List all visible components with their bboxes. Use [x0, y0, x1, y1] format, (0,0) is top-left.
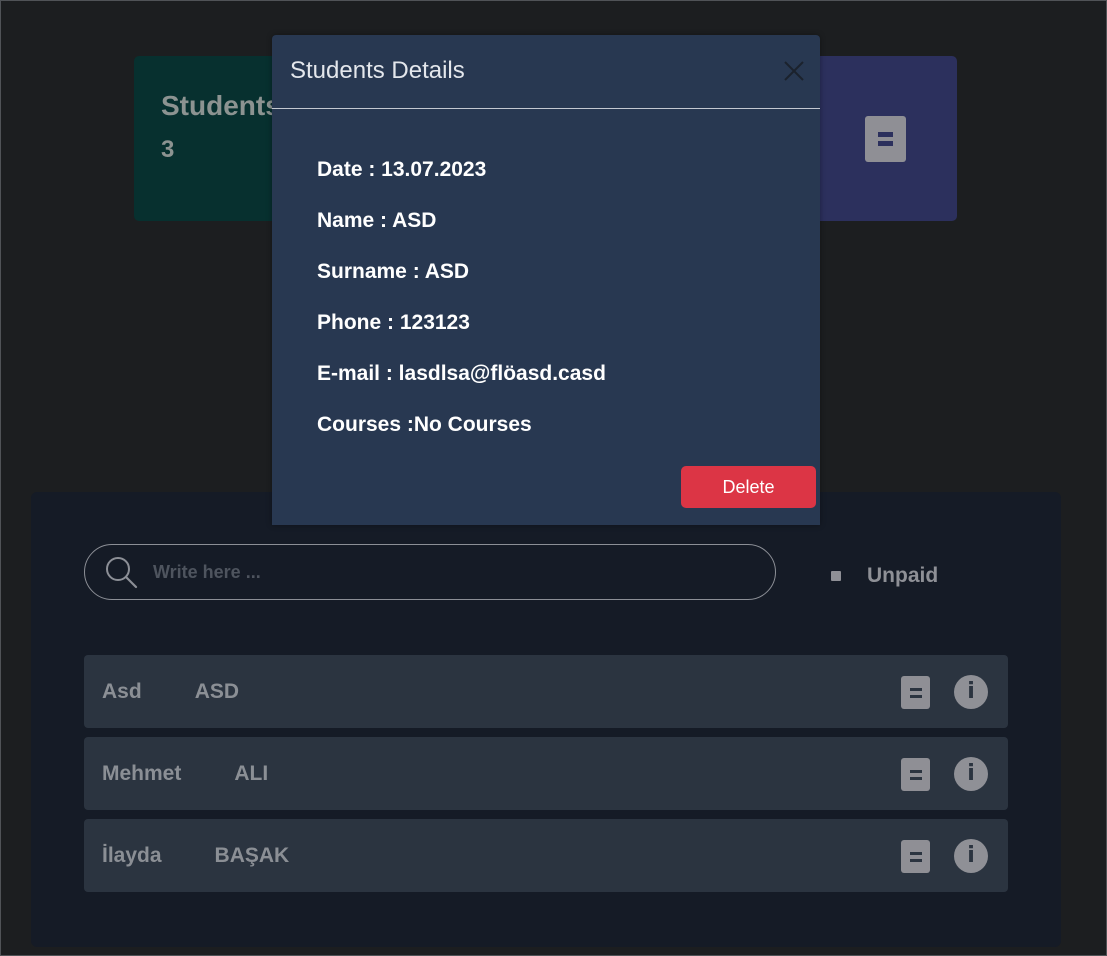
detail-email: E-mail : lasdlsa@flöasd.casd	[317, 362, 606, 385]
students-panel: Unpaid Asd ASD i Mehmet ALI i İlayda	[31, 492, 1061, 947]
search-bar[interactable]	[84, 544, 776, 600]
student-surname: ALI	[234, 761, 269, 785]
modal-title: Students Details	[290, 57, 465, 84]
detail-courses: Courses :No Courses	[317, 413, 532, 436]
delete-button[interactable]: Delete	[681, 466, 816, 508]
app-window: Students 3 Unpaid Asd ASD	[0, 0, 1107, 956]
document-icon[interactable]	[901, 840, 930, 873]
search-icon	[106, 557, 138, 589]
info-icon[interactable]: i	[954, 839, 988, 873]
student-surname: BAŞAK	[214, 843, 290, 867]
modal-header: Students Details	[272, 35, 820, 109]
student-name: Asd	[102, 679, 142, 703]
student-name: İlayda	[102, 843, 162, 867]
student-surname: ASD	[194, 679, 240, 703]
close-icon[interactable]	[782, 59, 806, 83]
document-icon[interactable]	[901, 676, 930, 709]
detail-date: Date : 13.07.2023	[317, 158, 487, 181]
unpaid-checkbox[interactable]	[831, 571, 841, 581]
detail-name: Name : ASD	[317, 209, 437, 232]
document-icon[interactable]	[901, 758, 930, 791]
list-item[interactable]: Asd ASD i	[84, 655, 1008, 728]
student-details-modal: Students Details Date : 13.07.2023 Name …	[272, 35, 820, 525]
document-icon	[865, 116, 906, 162]
student-list: Asd ASD i Mehmet ALI i İlayda BAŞAK i	[84, 655, 1008, 901]
modal-body: Date : 13.07.2023 Name : ASD Surname : A…	[272, 109, 820, 463]
detail-phone: Phone : 123123	[317, 311, 470, 334]
detail-surname: Surname : ASD	[317, 260, 470, 283]
unpaid-filter[interactable]: Unpaid	[831, 564, 938, 588]
student-name: Mehmet	[102, 761, 182, 785]
search-input[interactable]	[151, 544, 775, 600]
info-icon[interactable]: i	[954, 675, 988, 709]
info-icon[interactable]: i	[954, 757, 988, 791]
unpaid-label: Unpaid	[867, 564, 939, 587]
list-item[interactable]: İlayda BAŞAK i	[84, 819, 1008, 892]
list-item[interactable]: Mehmet ALI i	[84, 737, 1008, 810]
